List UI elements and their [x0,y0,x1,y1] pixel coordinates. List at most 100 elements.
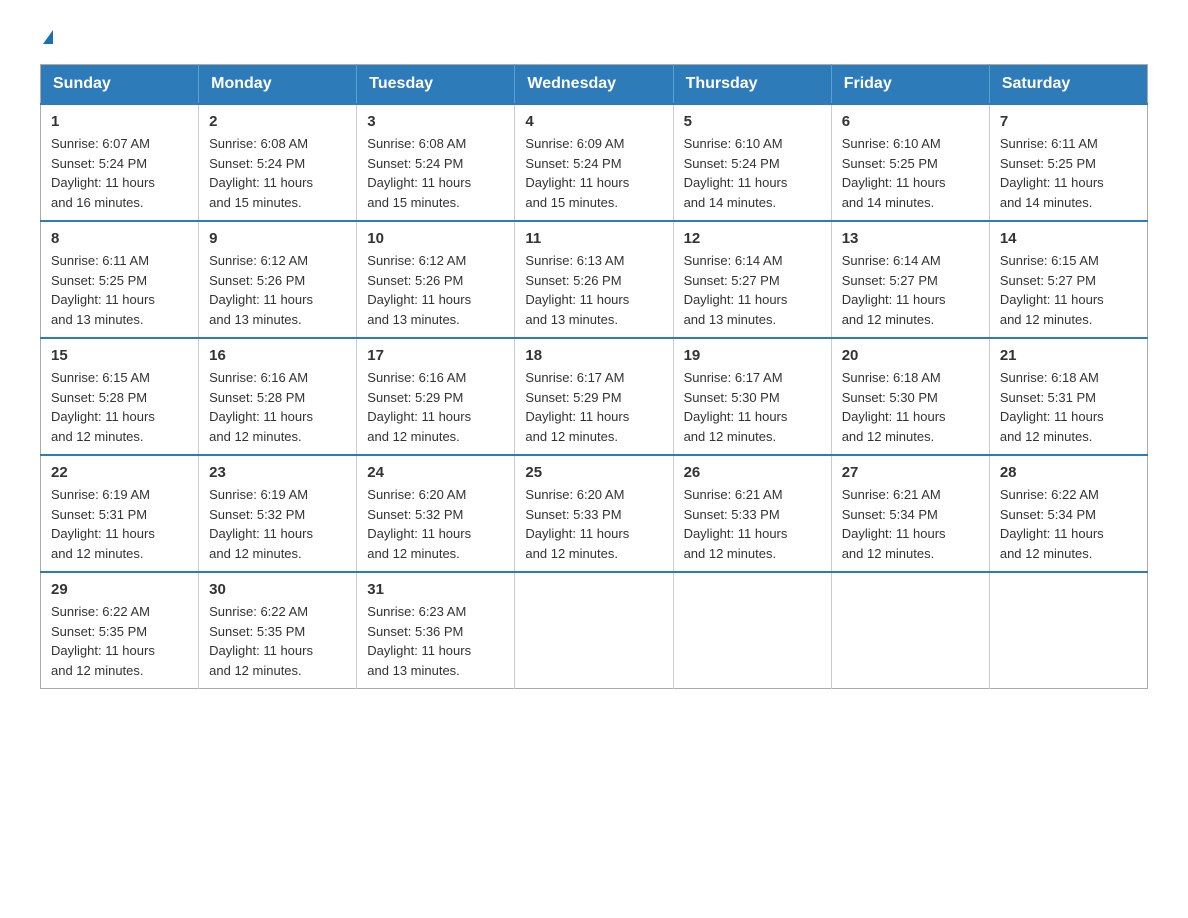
calendar-table: SundayMondayTuesdayWednesdayThursdayFrid… [40,64,1148,689]
day-info: Sunrise: 6:11 AM Sunset: 5:25 PM Dayligh… [51,251,188,329]
header-day-monday: Monday [199,65,357,105]
logo-top-row [40,30,53,44]
logo-triangle-icon [43,30,53,44]
day-number: 20 [842,347,979,364]
day-number: 1 [51,113,188,130]
day-info: Sunrise: 6:22 AM Sunset: 5:35 PM Dayligh… [51,602,188,680]
day-info: Sunrise: 6:21 AM Sunset: 5:34 PM Dayligh… [842,485,979,563]
day-number: 22 [51,464,188,481]
day-number: 25 [525,464,662,481]
calendar-cell: 30 Sunrise: 6:22 AM Sunset: 5:35 PM Dayl… [199,572,357,689]
day-info: Sunrise: 6:13 AM Sunset: 5:26 PM Dayligh… [525,251,662,329]
calendar-cell: 11 Sunrise: 6:13 AM Sunset: 5:26 PM Dayl… [515,221,673,338]
header-row: SundayMondayTuesdayWednesdayThursdayFrid… [41,65,1148,105]
calendar-cell [515,572,673,689]
day-info: Sunrise: 6:15 AM Sunset: 5:28 PM Dayligh… [51,368,188,446]
calendar-cell: 9 Sunrise: 6:12 AM Sunset: 5:26 PM Dayli… [199,221,357,338]
day-number: 5 [684,113,821,130]
day-number: 23 [209,464,346,481]
calendar-cell: 25 Sunrise: 6:20 AM Sunset: 5:33 PM Dayl… [515,455,673,572]
day-info: Sunrise: 6:14 AM Sunset: 5:27 PM Dayligh… [684,251,821,329]
calendar-cell [989,572,1147,689]
calendar-cell: 16 Sunrise: 6:16 AM Sunset: 5:28 PM Dayl… [199,338,357,455]
day-number: 28 [1000,464,1137,481]
header-day-wednesday: Wednesday [515,65,673,105]
day-info: Sunrise: 6:22 AM Sunset: 5:35 PM Dayligh… [209,602,346,680]
header-day-tuesday: Tuesday [357,65,515,105]
header-day-saturday: Saturday [989,65,1147,105]
day-info: Sunrise: 6:21 AM Sunset: 5:33 PM Dayligh… [684,485,821,563]
day-info: Sunrise: 6:18 AM Sunset: 5:31 PM Dayligh… [1000,368,1137,446]
day-info: Sunrise: 6:10 AM Sunset: 5:24 PM Dayligh… [684,134,821,212]
week-row-2: 8 Sunrise: 6:11 AM Sunset: 5:25 PM Dayli… [41,221,1148,338]
calendar-cell: 21 Sunrise: 6:18 AM Sunset: 5:31 PM Dayl… [989,338,1147,455]
calendar-cell: 27 Sunrise: 6:21 AM Sunset: 5:34 PM Dayl… [831,455,989,572]
day-info: Sunrise: 6:15 AM Sunset: 5:27 PM Dayligh… [1000,251,1137,329]
calendar-header: SundayMondayTuesdayWednesdayThursdayFrid… [41,65,1148,105]
calendar-cell: 28 Sunrise: 6:22 AM Sunset: 5:34 PM Dayl… [989,455,1147,572]
calendar-cell: 5 Sunrise: 6:10 AM Sunset: 5:24 PM Dayli… [673,104,831,221]
day-number: 31 [367,581,504,598]
calendar-cell: 4 Sunrise: 6:09 AM Sunset: 5:24 PM Dayli… [515,104,673,221]
day-info: Sunrise: 6:17 AM Sunset: 5:30 PM Dayligh… [684,368,821,446]
calendar-cell: 24 Sunrise: 6:20 AM Sunset: 5:32 PM Dayl… [357,455,515,572]
day-info: Sunrise: 6:08 AM Sunset: 5:24 PM Dayligh… [209,134,346,212]
header-day-thursday: Thursday [673,65,831,105]
day-number: 14 [1000,230,1137,247]
header-day-friday: Friday [831,65,989,105]
day-info: Sunrise: 6:08 AM Sunset: 5:24 PM Dayligh… [367,134,504,212]
day-number: 24 [367,464,504,481]
day-number: 9 [209,230,346,247]
day-number: 17 [367,347,504,364]
day-info: Sunrise: 6:07 AM Sunset: 5:24 PM Dayligh… [51,134,188,212]
day-number: 27 [842,464,979,481]
calendar-cell: 2 Sunrise: 6:08 AM Sunset: 5:24 PM Dayli… [199,104,357,221]
calendar-cell: 15 Sunrise: 6:15 AM Sunset: 5:28 PM Dayl… [41,338,199,455]
day-info: Sunrise: 6:14 AM Sunset: 5:27 PM Dayligh… [842,251,979,329]
day-number: 12 [684,230,821,247]
day-info: Sunrise: 6:11 AM Sunset: 5:25 PM Dayligh… [1000,134,1137,212]
day-number: 2 [209,113,346,130]
logo [40,30,53,44]
day-number: 7 [1000,113,1137,130]
day-number: 15 [51,347,188,364]
calendar-cell: 22 Sunrise: 6:19 AM Sunset: 5:31 PM Dayl… [41,455,199,572]
day-info: Sunrise: 6:20 AM Sunset: 5:33 PM Dayligh… [525,485,662,563]
day-info: Sunrise: 6:22 AM Sunset: 5:34 PM Dayligh… [1000,485,1137,563]
calendar-cell: 7 Sunrise: 6:11 AM Sunset: 5:25 PM Dayli… [989,104,1147,221]
calendar-cell [673,572,831,689]
calendar-cell: 29 Sunrise: 6:22 AM Sunset: 5:35 PM Dayl… [41,572,199,689]
week-row-5: 29 Sunrise: 6:22 AM Sunset: 5:35 PM Dayl… [41,572,1148,689]
calendar-cell: 20 Sunrise: 6:18 AM Sunset: 5:30 PM Dayl… [831,338,989,455]
calendar-cell: 10 Sunrise: 6:12 AM Sunset: 5:26 PM Dayl… [357,221,515,338]
day-number: 21 [1000,347,1137,364]
week-row-3: 15 Sunrise: 6:15 AM Sunset: 5:28 PM Dayl… [41,338,1148,455]
day-info: Sunrise: 6:19 AM Sunset: 5:32 PM Dayligh… [209,485,346,563]
calendar-cell: 3 Sunrise: 6:08 AM Sunset: 5:24 PM Dayli… [357,104,515,221]
calendar-cell: 26 Sunrise: 6:21 AM Sunset: 5:33 PM Dayl… [673,455,831,572]
day-info: Sunrise: 6:23 AM Sunset: 5:36 PM Dayligh… [367,602,504,680]
day-number: 8 [51,230,188,247]
calendar-cell: 31 Sunrise: 6:23 AM Sunset: 5:36 PM Dayl… [357,572,515,689]
day-info: Sunrise: 6:16 AM Sunset: 5:28 PM Dayligh… [209,368,346,446]
page-header [40,30,1148,44]
day-number: 30 [209,581,346,598]
calendar-cell: 17 Sunrise: 6:16 AM Sunset: 5:29 PM Dayl… [357,338,515,455]
day-number: 6 [842,113,979,130]
day-info: Sunrise: 6:12 AM Sunset: 5:26 PM Dayligh… [209,251,346,329]
day-number: 16 [209,347,346,364]
day-number: 3 [367,113,504,130]
calendar-cell: 6 Sunrise: 6:10 AM Sunset: 5:25 PM Dayli… [831,104,989,221]
calendar-cell: 19 Sunrise: 6:17 AM Sunset: 5:30 PM Dayl… [673,338,831,455]
day-number: 11 [525,230,662,247]
day-info: Sunrise: 6:19 AM Sunset: 5:31 PM Dayligh… [51,485,188,563]
calendar-cell: 1 Sunrise: 6:07 AM Sunset: 5:24 PM Dayli… [41,104,199,221]
header-day-sunday: Sunday [41,65,199,105]
day-number: 10 [367,230,504,247]
day-number: 26 [684,464,821,481]
day-number: 13 [842,230,979,247]
calendar-cell: 8 Sunrise: 6:11 AM Sunset: 5:25 PM Dayli… [41,221,199,338]
day-info: Sunrise: 6:20 AM Sunset: 5:32 PM Dayligh… [367,485,504,563]
day-info: Sunrise: 6:12 AM Sunset: 5:26 PM Dayligh… [367,251,504,329]
calendar-cell: 12 Sunrise: 6:14 AM Sunset: 5:27 PM Dayl… [673,221,831,338]
